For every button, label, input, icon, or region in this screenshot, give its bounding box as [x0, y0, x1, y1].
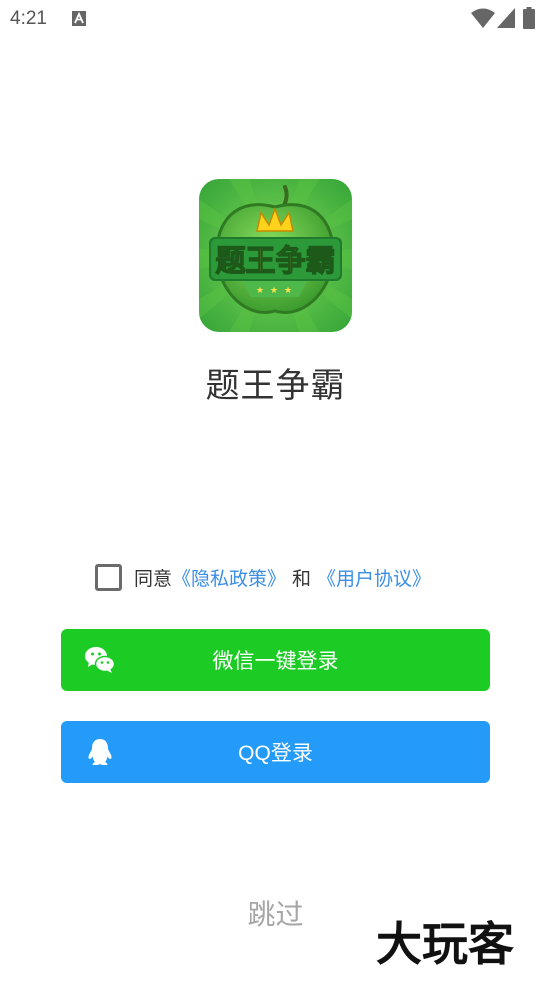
wechat-icon: [85, 647, 115, 673]
qq-login-button[interactable]: QQ登录: [61, 721, 490, 783]
qq-login-label: QQ登录: [238, 742, 313, 765]
watermark-text: 大玩客: [376, 917, 514, 971]
privacy-policy-link[interactable]: 《隐私政策》: [172, 564, 286, 591]
watermark-logo: 大玩客: [376, 917, 514, 971]
app-logo: ★ ★ ★ 题王争霸: [199, 179, 352, 332]
wifi-icon: [471, 8, 495, 28]
and-label: 和: [292, 567, 312, 590]
logo-text: 题王争霸: [216, 244, 336, 279]
status-bar: 4:21: [0, 0, 551, 40]
svg-text:★: ★: [256, 286, 264, 296]
app-name: 题王争霸: [205, 366, 346, 406]
battery-icon: [523, 7, 535, 29]
wechat-login-button[interactable]: 微信一键登录: [61, 629, 490, 691]
agree-checkbox[interactable]: [95, 563, 122, 591]
svg-text:★: ★: [284, 286, 292, 296]
user-agreement-link[interactable]: 《用户协议》: [317, 564, 431, 591]
agreement-row: 同意 《隐私政策》 和 《用户协议》: [95, 562, 431, 592]
wechat-login-label: 微信一键登录: [212, 650, 339, 673]
svg-text:★: ★: [270, 286, 278, 296]
signal-icon: [497, 8, 515, 28]
agree-label: 同意: [134, 567, 173, 590]
status-time: 4:21: [10, 8, 47, 29]
notification-a-icon: [72, 11, 86, 26]
qq-penguin-icon: [88, 739, 112, 765]
